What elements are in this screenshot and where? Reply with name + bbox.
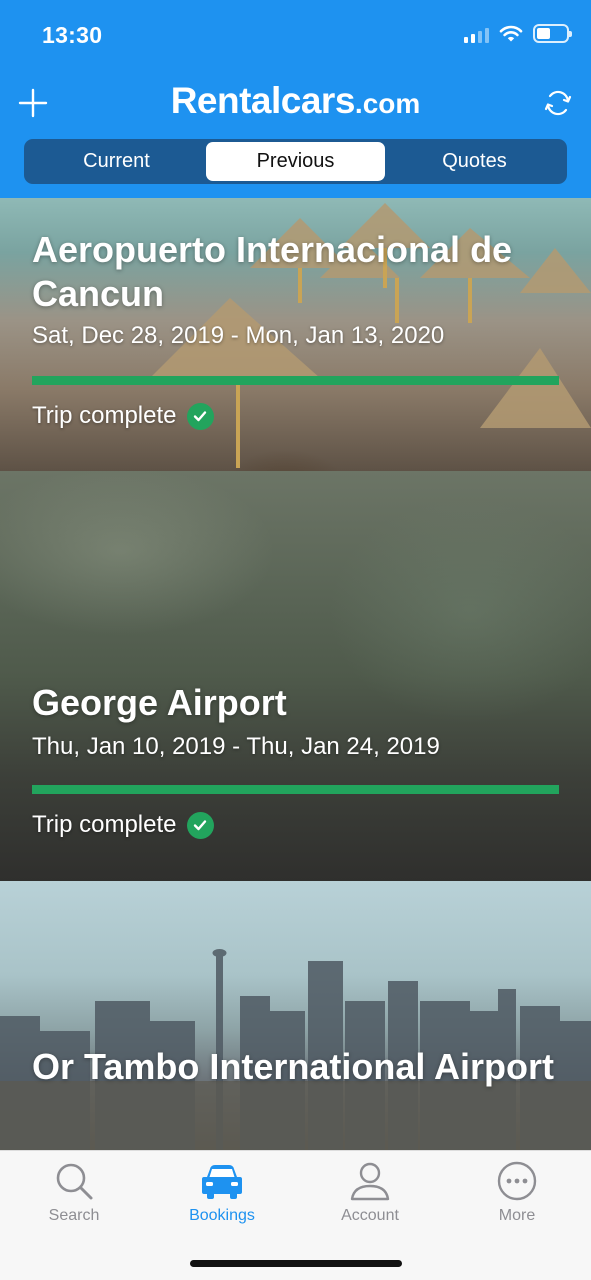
home-indicator: [190, 1260, 402, 1267]
tab-account-label: Account: [341, 1207, 399, 1224]
booking-dates: Sat, Dec 28, 2019 - Mon, Jan 13, 2020: [32, 322, 445, 349]
tab-bookings-label: Bookings: [189, 1207, 255, 1224]
logo-brand: Rentalcars: [170, 80, 356, 121]
refresh-icon[interactable]: [543, 88, 573, 118]
segment-current[interactable]: Current: [27, 142, 206, 181]
booking-card[interactable]: Or Tambo International Airport: [0, 881, 591, 1150]
trip-status: Trip complete: [32, 811, 214, 839]
tab-bookings[interactable]: Bookings: [148, 1159, 296, 1225]
booking-list: Aeropuerto Internacional de Cancun Sat, …: [0, 198, 591, 1150]
status-time: 13:30: [42, 22, 103, 48]
cellular-signal-icon: [464, 25, 489, 43]
check-circle-icon: [186, 402, 214, 430]
booking-location: Aeropuerto Internacional de Cancun: [32, 229, 513, 314]
tab-search[interactable]: Search: [0, 1159, 148, 1225]
more-icon: [497, 1161, 537, 1201]
trip-progress-bar: [32, 376, 559, 385]
tab-more-label: More: [498, 1207, 536, 1224]
booking-location: Or Tambo International Airport: [32, 1046, 555, 1087]
segment-quotes[interactable]: Quotes: [385, 142, 564, 181]
search-icon: [56, 1163, 93, 1200]
car-icon: [202, 1165, 242, 1199]
booking-segment-control: Current Previous Quotes: [24, 139, 567, 184]
check-circle-icon: [186, 811, 214, 839]
trip-status-label: Trip complete: [32, 811, 177, 838]
person-icon: [350, 1162, 390, 1201]
tab-account[interactable]: Account: [296, 1159, 444, 1225]
wifi-icon: [499, 25, 523, 41]
trip-status-label: Trip complete: [32, 402, 177, 429]
segment-previous[interactable]: Previous: [206, 142, 385, 181]
booking-location: George Airport: [32, 682, 287, 723]
trip-progress-fill: [32, 785, 559, 794]
trip-progress-bar: [32, 785, 559, 794]
status-icons: [464, 24, 572, 43]
rentalcars-logo: Rentalcars.com: [0, 80, 591, 122]
booking-dates: Thu, Jan 10, 2019 - Thu, Jan 24, 2019: [32, 733, 440, 760]
tab-more[interactable]: More: [443, 1159, 591, 1225]
trip-status: Trip complete: [32, 402, 214, 430]
trip-progress-fill: [32, 376, 559, 385]
booking-card[interactable]: Aeropuerto Internacional de Cancun Sat, …: [0, 198, 591, 471]
app-header: 13:30 Rentalcars.com Current Previous Qu…: [0, 0, 591, 198]
logo-tld: .com: [354, 88, 421, 119]
battery-icon: [533, 24, 572, 43]
tab-search-label: Search: [48, 1207, 100, 1224]
skyline-background-image: [0, 881, 591, 1150]
booking-card[interactable]: George Airport Thu, Jan 10, 2019 - Thu, …: [0, 471, 591, 881]
